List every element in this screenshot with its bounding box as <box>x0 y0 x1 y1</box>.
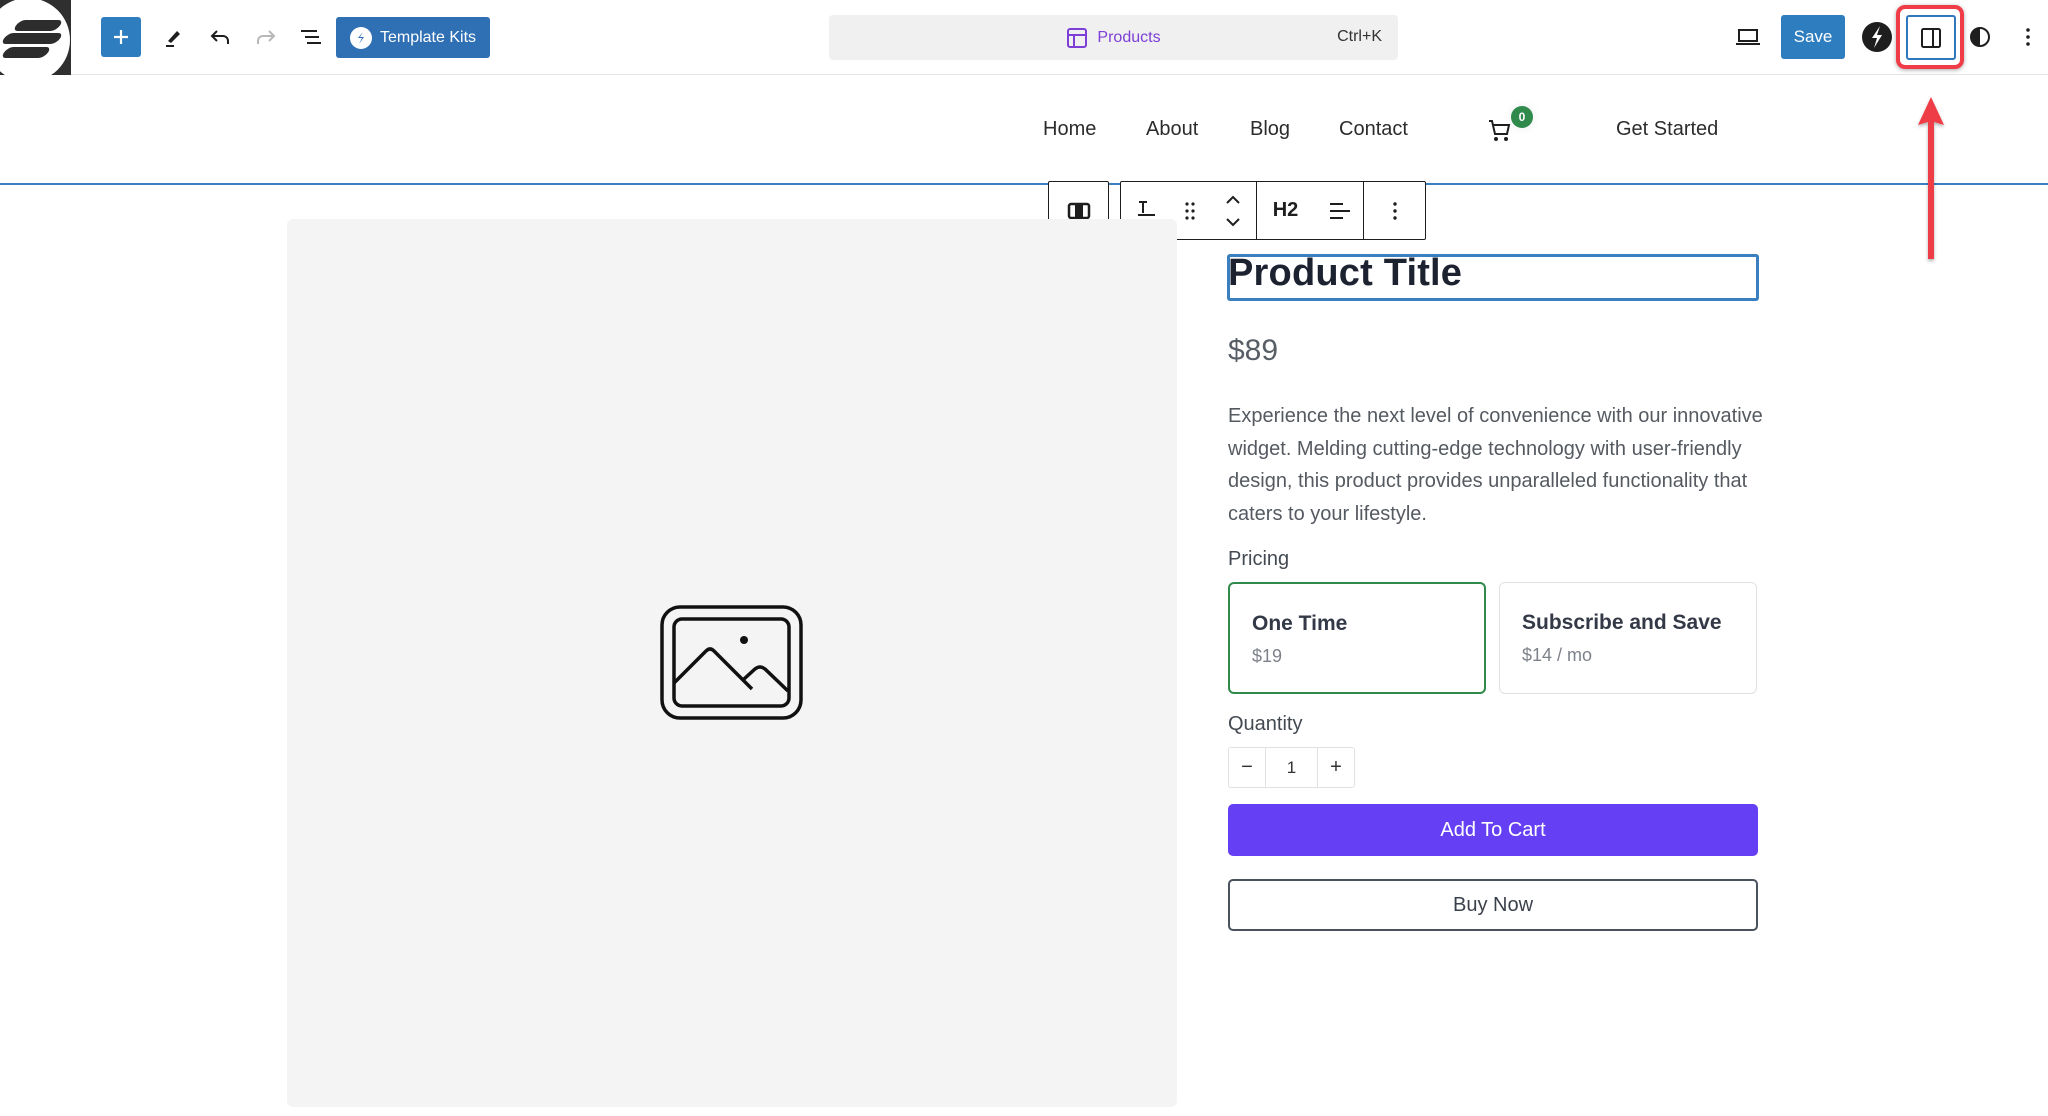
nav-about[interactable]: About <box>1146 118 1198 141</box>
undo-button[interactable] <box>205 22 235 52</box>
move-up-down-button[interactable] <box>1215 182 1251 239</box>
template-kits-button[interactable]: Template Kits <box>336 17 490 58</box>
pricing-option-name: Subscribe and Save <box>1522 611 1722 634</box>
contrast-icon <box>1970 27 1990 47</box>
plus-icon <box>114 30 128 44</box>
cart-count-badge: 0 <box>1511 106 1533 128</box>
more-options-button[interactable] <box>2016 22 2040 52</box>
editor-toolbar: Template Kits Products Ctrl+K Save <box>0 0 2048 75</box>
pricing-option-one-time[interactable]: One Time $19 <box>1228 582 1486 694</box>
pricing-option-name: One Time <box>1252 612 1348 635</box>
nav-blog[interactable]: Blog <box>1250 118 1290 141</box>
heading-level-label: H2 <box>1272 199 1299 221</box>
quantity-input[interactable]: 1 <box>1265 748 1318 787</box>
style-toggle-button[interactable] <box>1965 22 1995 52</box>
quantity-stepper: − 1 + <box>1228 747 1355 788</box>
undo-icon <box>210 30 229 44</box>
quantity-label: Quantity <box>1228 713 1303 735</box>
increment-button[interactable]: + <box>1318 748 1354 787</box>
save-button[interactable]: Save <box>1781 15 1845 59</box>
annotation-arrow-icon <box>1918 97 1944 259</box>
plugin-button[interactable] <box>1861 21 1893 53</box>
move-up-down-icon <box>1226 195 1240 226</box>
image-placeholder-icon <box>660 605 803 720</box>
template-icon <box>1067 27 1088 48</box>
block-selection-outline <box>0 183 2048 185</box>
list-view-icon <box>301 30 321 44</box>
cart-icon <box>1489 120 1511 141</box>
drag-handle[interactable] <box>1175 182 1205 239</box>
command-bar[interactable]: Products Ctrl+K <box>829 15 1398 60</box>
template-kits-icon <box>349 26 372 49</box>
add-to-cart-button[interactable]: Add To Cart <box>1228 804 1758 856</box>
sidebar-toggle-icon <box>1921 27 1941 48</box>
tools-button[interactable] <box>158 22 188 52</box>
columns-parent-icon <box>1067 202 1090 219</box>
nav-contact[interactable]: Contact <box>1339 118 1408 141</box>
product-description: Experience the next level of convenience… <box>1228 405 1763 525</box>
decrement-button[interactable]: − <box>1229 748 1265 787</box>
align-button[interactable] <box>1321 182 1357 239</box>
pricing-label: Pricing <box>1228 548 1290 570</box>
pencil-icon <box>166 31 180 47</box>
plugin-bolt-icon <box>1862 22 1892 52</box>
pricing-option-price: $14 / mo <box>1522 645 1593 665</box>
desktop-preview-icon <box>1736 29 1760 45</box>
add-block-button[interactable] <box>101 17 141 57</box>
block-options-button[interactable] <box>1380 182 1410 239</box>
product-price: $89 <box>1228 334 1279 367</box>
settings-sidebar-toggle[interactable] <box>1906 15 1956 60</box>
command-bar-title: Products <box>1097 28 1161 46</box>
drag-handle-icon <box>1185 201 1196 220</box>
nav-home[interactable]: Home <box>1043 118 1096 141</box>
align-icon <box>1329 202 1350 219</box>
preview-device-button[interactable] <box>1732 22 1764 52</box>
cart-button[interactable] <box>1487 117 1513 143</box>
more-vertical-icon <box>2026 28 2030 46</box>
get-started-link[interactable]: Get Started <box>1616 118 1718 141</box>
redo-icon <box>257 30 276 44</box>
command-bar-shortcut: Ctrl+K <box>1337 28 1382 45</box>
product-title[interactable]: Product Title <box>1228 252 1462 295</box>
heading-level-button[interactable]: H2 <box>1264 182 1308 239</box>
redo-button[interactable] <box>251 22 281 52</box>
buy-now-button[interactable]: Buy Now <box>1228 879 1758 931</box>
logo-icon[interactable] <box>0 0 71 75</box>
pricing-option-price: $19 <box>1252 646 1283 666</box>
list-view-button[interactable] <box>296 22 326 52</box>
options-icon <box>1392 201 1397 220</box>
pricing-option-subscribe[interactable]: Subscribe and Save $14 / mo <box>1499 582 1757 694</box>
template-kits-label: Template Kits <box>379 28 477 46</box>
